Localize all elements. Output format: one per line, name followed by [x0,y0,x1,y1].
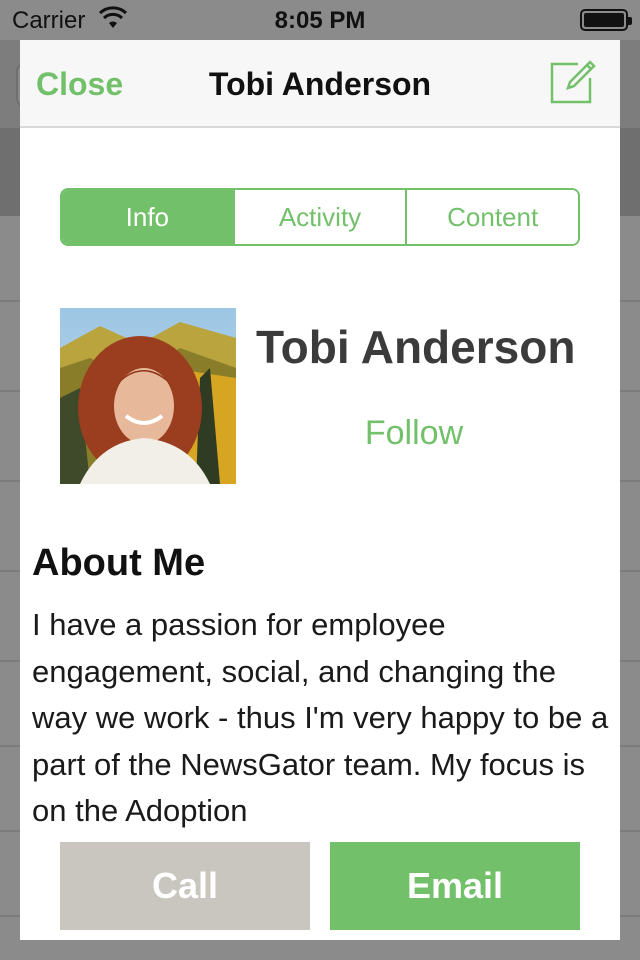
call-button[interactable]: Call [60,842,310,930]
action-bar: Call Email [20,832,620,940]
profile-name: Tobi Anderson [256,321,576,373]
avatar-photo [60,308,236,484]
avatar [60,308,236,484]
email-button[interactable]: Email [330,842,580,930]
tab-content[interactable]: Content [405,190,578,244]
profile-tabs: Info Activity Content [60,188,580,246]
battery-full-icon [580,9,632,31]
status-bar: Carrier 8:05 PM [0,0,640,40]
follow-button[interactable]: Follow [256,414,572,453]
about-heading: About Me [32,542,206,584]
tab-activity[interactable]: Activity [232,190,406,244]
screen: Carrier 8:05 PM Close Tobi Anderson Info… [0,0,640,960]
compose-icon[interactable] [548,58,596,106]
about-text: I have a passion for employee engagement… [32,607,609,828]
clock: 8:05 PM [274,7,366,34]
modal-title: Tobi Anderson [208,66,432,102]
profile-modal: Close Tobi Anderson Info Activity Conten… [20,40,620,940]
tab-info[interactable]: Info [62,190,233,244]
modal-header: Close Tobi Anderson [20,40,620,128]
